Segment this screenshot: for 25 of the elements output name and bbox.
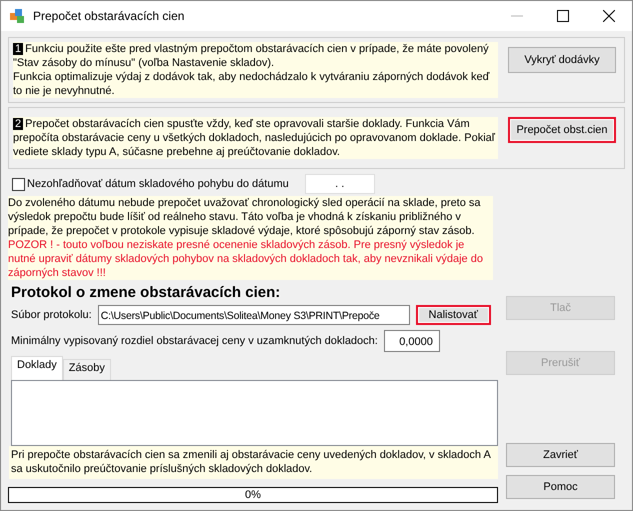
min-difference-label: Minimálny vypisovaný rozdiel obstarávacej ceny v uzamknutých dokladoch: [11,335,378,347]
browse-button[interactable]: Nalistovať [416,305,491,325]
info-note: 2 Prepočet obstarávacích cien spusťte vždy, keď ste opravovali staršie doklady. Funkcia Vám prepočíta obstarávacie ceny u všetkých dokladoch, nasledujúcich po opravovanom doklade. Pokiaľ vediete sklady typu A, súčasne prebehne aj preúčtovanie dokladov. [13,117,498,159]
warning-text: POZOR ! - touto voľbou neziskate presné ocenenie skladových zásob. Pre presný výsledok je nutné upraviť dátumy skladových pohybov na skladových dokladoch tak, aby nevznikali výdaje do záporných stavov !!! [8,239,483,279]
maximize-icon[interactable] [557,10,569,22]
side-button[interactable]: Pomoc [506,475,615,499]
app-icon [9,8,25,24]
date-field[interactable]: . . [304,174,375,194]
file-label: Súbor protokolu: [11,309,92,321]
result-note: Pri prepočte obstarávacích cien sa zmenili aj obstarávacie ceny uvedených dokladov, v skladoch A sa uskutočnilo preúčtovanie príslušných skladových dokladov. [9,446,498,479]
tab[interactable]: Doklady [11,356,63,380]
info-note: 1 Funkciu použite ešte pred vlastným prepočtom obstarávacích cien v prípade, že máte povolený "Stav zásoby do mínusu" (voľba Nastavenie skladov). Funkcia optimalizuje výdaj z dodávok tak, aby nedochádzalo k vytváraniu záporných dodávok keď to nie je nevyhnutné. [13,42,498,98]
min-difference-field[interactable]: 0,0000 [384,330,440,352]
close-icon[interactable] [603,10,615,22]
side-button[interactable]: Zavrieť [506,443,615,467]
tab[interactable]: Zásoby [62,359,111,380]
progress-reading: 0% [245,489,261,501]
checkbox-label: Nezohľadňovať dátum skladového pohybu do dátumu [27,178,289,190]
action-button[interactable]: Vykryť dodávky [508,47,616,73]
file-path-field[interactable]: C:\Users\Public\Documents\Solitea\Money S3\PRINT\Prepoče [98,305,410,325]
window-title: Prepočet obstarávacích cien [33,9,186,23]
action-button[interactable]: Prepočet obst.cien [508,117,616,143]
protocol-heading: Protokol o zmene obstarávacích cien: [11,284,282,301]
checkbox[interactable] [12,178,25,190]
date-note: Do zvoleného dátumu nebude prepočet uvažovať chronologický sled operácií na sklade, preto sa výsledok prepočtu bude líšiť od reálneho stavu. Táto voľba je vhodná k získaniu približného v prípade, že prepočet v protokole vypisuje skladové výdaje, ktoré spôsobujú záporný stav zásob. POZOR ! - touto voľbou neziskate presné ocenenie skladových zásob. Pre presný výsledok je nutné upraviť dátumy skladových pohybov na skladových dokladoch tak, aby nevznikali výdaje do záporných stavov !!! [8,196,493,280]
